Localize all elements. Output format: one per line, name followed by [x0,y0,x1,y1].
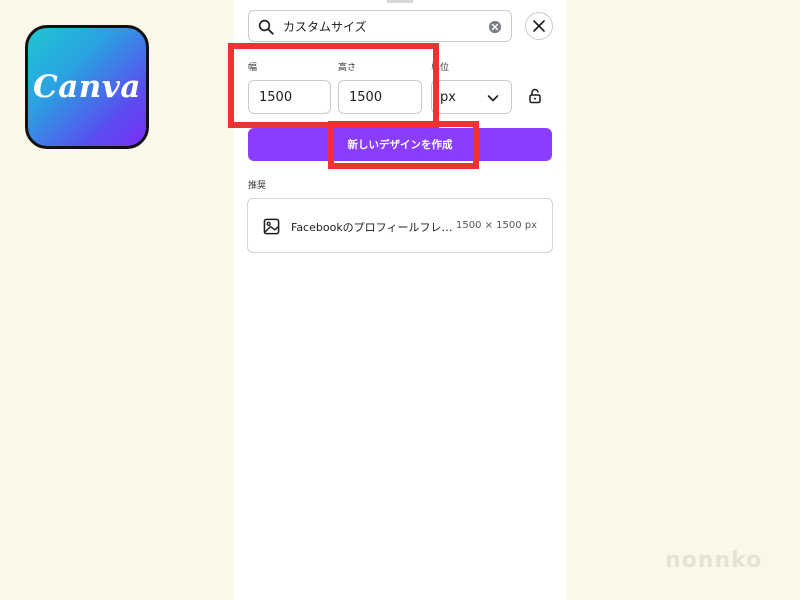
search-input[interactable]: カスタムサイズ [248,10,512,42]
close-icon [533,20,545,32]
image-icon [263,218,280,235]
search-value: カスタムサイズ [283,20,367,34]
clear-icon[interactable] [488,20,502,34]
sheet-drag-handle[interactable] [387,0,413,3]
canva-logo-text: Canva [33,69,141,105]
unit-value: px [440,90,456,105]
unlock-icon[interactable] [528,88,542,104]
dimensions-highlight-box [228,43,439,128]
suggestion-title: Facebookのプロフィールフレ… [291,221,453,234]
canva-app-icon: Canva [25,25,149,149]
chevron-down-icon [487,95,499,102]
unit-select[interactable]: px [431,80,512,114]
suggestion-size: 1500 × 1500 px [456,220,538,231]
watermark: nonnko [665,548,763,573]
close-button[interactable] [525,12,553,40]
suggestion-item[interactable]: Facebookのプロフィールフレ… 1500 × 1500 px [247,198,553,253]
search-icon [258,19,274,35]
create-button-highlight-box [328,121,479,169]
suggestions-heading: 推奨 [248,181,267,191]
